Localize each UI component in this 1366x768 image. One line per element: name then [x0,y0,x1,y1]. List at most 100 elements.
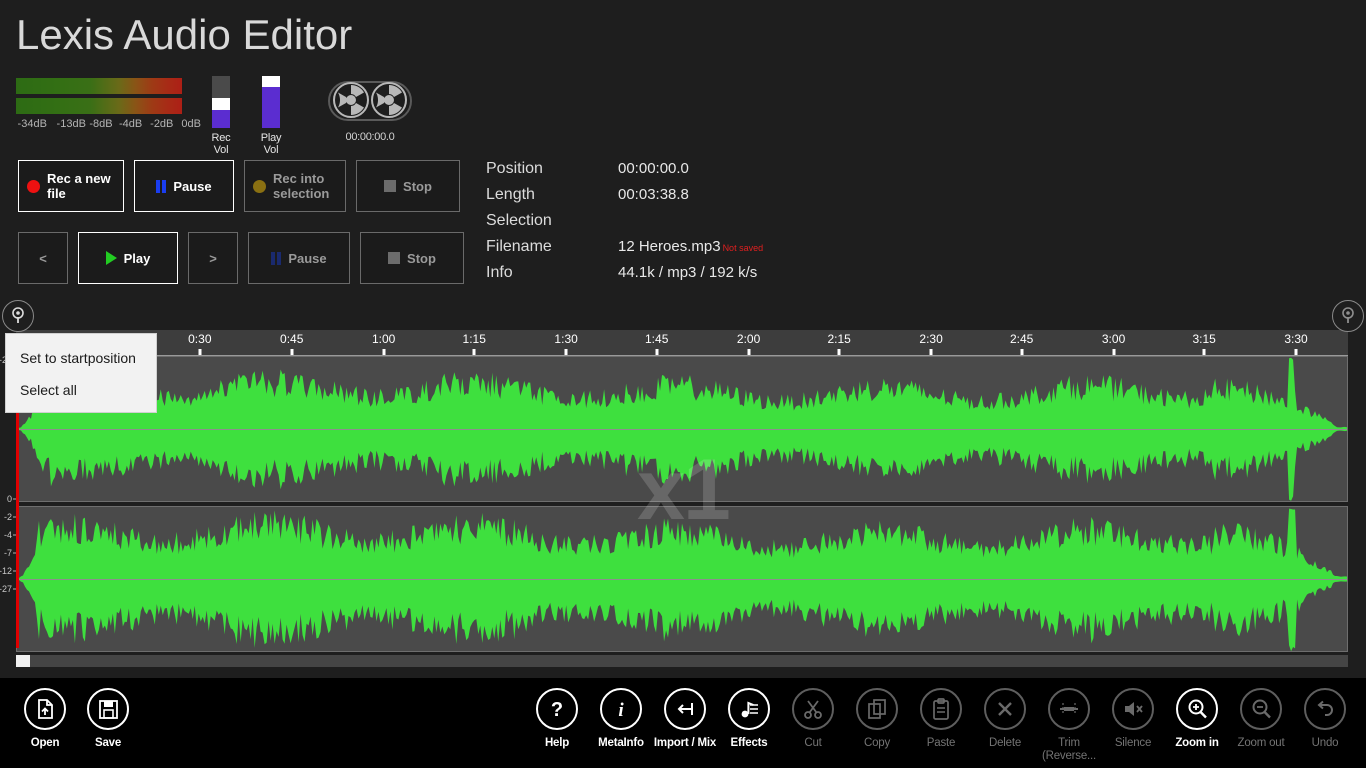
x-cross-icon [993,697,1017,721]
help-ring: ? [536,688,578,730]
position-value: 00:00:00.0 [618,160,689,177]
context-menu[interactable]: Set to startpositionSelect all [5,333,157,413]
ruler-tick-label: 1:30 [554,332,577,346]
mute-speaker-icon [1121,697,1145,721]
arrow-into-icon [673,697,697,721]
rec-pause-button[interactable]: Pause [134,160,234,212]
tape-reel-indicator: 00:00:00.0 [325,78,415,143]
silence-ring [1112,688,1154,730]
ruler-tick-label: 2:30 [919,332,942,346]
waveform-channel-right[interactable] [16,506,1348,652]
waveform-panes[interactable] [16,356,1348,652]
vu-scale-label: -8dB [89,118,112,130]
trim-icon [1057,697,1081,721]
ruler-tick-label: 2:45 [1010,332,1033,346]
ruler-tick-label: 1:00 [372,332,395,346]
selection-label: Selection [486,212,618,230]
start-marker-button[interactable] [2,300,34,332]
floppy-disk-icon [96,697,120,721]
zoom-in-ring [1176,688,1218,730]
end-marker-button[interactable] [1332,300,1364,332]
db-scale-label: -27 [0,584,12,594]
filename-value: 12 Heroes.mp3 [618,238,721,255]
waveform-area[interactable]: 0:300:451:001:151:301:452:002:152:302:45… [0,330,1366,650]
rec-volume-fill [212,110,230,128]
rec-stop-button[interactable]: Stop [356,160,460,212]
filename-label: Filename [486,238,618,256]
play-button[interactable]: Play [78,232,178,284]
save-button[interactable]: Save [69,688,147,750]
horizontal-scrollbar[interactable] [16,655,1348,667]
db-scale-label: -7 [4,548,12,558]
scissors-icon [801,697,825,721]
magnifier-minus-icon [1249,697,1273,721]
play-pause-button[interactable]: Pause [248,232,350,284]
fileinfo-value: 44.1k / mp3 / 192 k/s [618,264,757,281]
paste-ring [920,688,962,730]
scrollbar-thumb[interactable] [16,655,30,667]
play-volume-fill [262,87,280,128]
next-label: > [209,251,217,266]
play-triangle-icon [106,251,117,265]
vu-meter-left [16,78,182,94]
stop-square-icon [388,252,400,264]
next-button[interactable]: > [188,232,238,284]
db-scale-label: 0 [7,494,12,504]
undo-button[interactable]: Undo [1286,688,1364,750]
play-volume-knob[interactable] [262,76,280,87]
ruler-tick-label: 3:30 [1284,332,1307,346]
rec-into-selection-button[interactable]: Rec into selection [244,160,346,212]
play-volume-track[interactable] [262,76,280,128]
tape-reels-icon [325,78,415,124]
volume-slider-group: Rec Vol Play Vol [205,76,287,156]
record-dot-icon [253,180,266,193]
undo-label: Undo [1286,737,1364,750]
ruler-tick-label: 0:45 [280,332,303,346]
question-mark-icon: ? [545,697,569,721]
context-menu-item-select-all[interactable]: Select all [6,374,156,406]
play-volume-label: Play Vol [255,132,287,156]
rec-volume-slider[interactable]: Rec Vol [205,76,237,156]
open-ring [24,688,66,730]
vu-scale-label: -4dB [119,118,142,130]
not-saved-badge: Not saved [723,243,764,253]
cut-ring [792,688,834,730]
context-menu-item-set-to-startposition[interactable]: Set to startposition [6,342,156,374]
info-row-fileinfo: Info 44.1k / mp3 / 192 k/s [486,264,763,290]
page-title: Lexis Audio Editor [16,8,352,62]
db-scale-label: -4 [4,530,12,540]
record-button-row: Rec a new filePauseRec into selection Sto… [18,160,460,212]
playback-button-row: < Play > PauseStop [18,232,464,284]
tape-timer: 00:00:00.0 [325,131,415,143]
save-label: Save [69,737,147,750]
clipboard-icon [929,697,953,721]
copy-pages-icon [865,697,889,721]
pin-icon [9,307,27,325]
rec-volume-knob[interactable] [212,98,230,110]
rec-volume-track[interactable] [212,76,230,128]
waveform-channel-left[interactable] [16,356,1348,502]
prev-button[interactable]: < [18,232,68,284]
pause-bars-icon [156,180,166,193]
rec-new-file-button[interactable]: Rec a new file [18,160,124,212]
metainfo-ring: i [600,688,642,730]
fileinfo-label: Info [486,264,618,282]
play-volume-slider[interactable]: Play Vol [255,76,287,156]
vu-scale-label: -2dB [150,118,173,130]
save-ring [87,688,129,730]
prev-label: < [39,251,47,266]
ruler-tick-label: 2:00 [737,332,760,346]
ruler-tick-label: 1:15 [463,332,486,346]
undo-ring [1304,688,1346,730]
info-row-filename: Filename 12 Heroes.mp3 Not saved [486,238,763,264]
vu-scale-label: 0dB [181,118,201,130]
rec-stop-label: Stop [403,179,432,194]
ruler-tick-label: 1:45 [645,332,668,346]
open-file-icon [33,697,57,721]
play-stop-button[interactable]: Stop [360,232,464,284]
length-value: 00:03:38.8 [618,186,689,203]
svg-text:i: i [618,700,624,721]
vu-scale: -34dB-13dB-8dB-4dB-2dB0dB [16,118,182,132]
info-row-selection: Selection [486,212,763,238]
timeline-ruler[interactable]: 0:300:451:001:151:301:452:002:152:302:45… [16,330,1348,356]
